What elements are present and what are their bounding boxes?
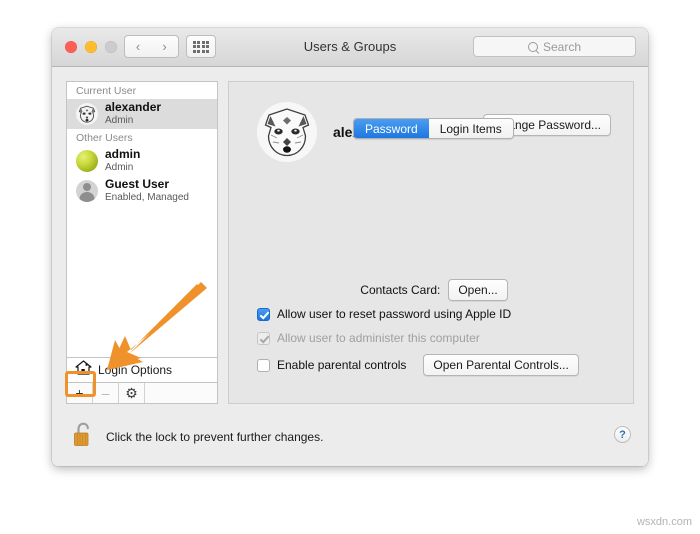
tab-password[interactable]: Password bbox=[354, 119, 429, 138]
user-name: Guest User bbox=[105, 176, 170, 191]
user-info: admin Admin bbox=[105, 146, 141, 173]
add-user-button[interactable]: + bbox=[67, 383, 93, 403]
home-icon bbox=[75, 360, 92, 380]
user-status: Admin bbox=[105, 114, 134, 126]
lock-button[interactable] bbox=[70, 420, 96, 450]
search-placeholder: Search bbox=[542, 39, 582, 54]
user-row-guest[interactable]: Guest User Enabled, Managed bbox=[67, 176, 217, 206]
panel-tabs: Password Login Items bbox=[353, 118, 514, 139]
login-options-label: Login Options bbox=[98, 363, 173, 377]
user-status: Enabled, Managed bbox=[105, 191, 189, 203]
user-row-admin[interactable]: admin Admin bbox=[67, 146, 217, 176]
checkbox-label-parental-controls: Enable parental controls bbox=[277, 358, 407, 372]
group-header-other-users: Other Users bbox=[67, 129, 217, 146]
window-titlebar: ‹ › Users & Groups Search bbox=[52, 28, 648, 67]
lock-status-text: Click the lock to prevent further change… bbox=[106, 430, 324, 444]
checkbox-row-administer: Allow user to administer this computer bbox=[257, 331, 480, 345]
checkbox-row-parental-controls[interactable]: Enable parental controls Open Parental C… bbox=[257, 354, 579, 376]
contacts-card-row: Contacts Card: Open... bbox=[257, 279, 611, 301]
remove-user-button[interactable]: – bbox=[93, 383, 119, 403]
tab-login-items[interactable]: Login Items bbox=[428, 119, 513, 138]
ball-avatar bbox=[76, 149, 98, 172]
account-fox-avatar[interactable] bbox=[257, 102, 317, 162]
checkbox-label-reset-password: Allow user to reset password using Apple… bbox=[277, 307, 512, 321]
login-options-row[interactable]: Login Options bbox=[66, 358, 218, 383]
user-info: alexander Admin bbox=[105, 99, 162, 126]
user-info: Guest User Enabled, Managed bbox=[105, 176, 189, 203]
gear-icon[interactable]: ⚙ bbox=[119, 383, 145, 403]
user-list: Current User alexander Admin Other Users… bbox=[66, 81, 218, 358]
guest-avatar bbox=[76, 179, 98, 202]
search-input[interactable]: Search bbox=[473, 36, 636, 57]
checkbox-parental-controls[interactable] bbox=[257, 358, 270, 372]
checkbox-administer bbox=[257, 331, 270, 345]
group-header-current-user: Current User bbox=[67, 82, 217, 99]
preferences-window: ‹ › Users & Groups Search Current User a… bbox=[52, 28, 648, 466]
user-status: Admin bbox=[105, 161, 134, 173]
watermark: wsxdn.com bbox=[636, 516, 692, 528]
checkbox-row-reset-password[interactable]: Allow user to reset password using Apple… bbox=[257, 307, 511, 321]
user-name: alexander bbox=[105, 99, 162, 114]
checkbox-reset-password[interactable] bbox=[257, 307, 270, 321]
user-list-toolbar: + – ⚙ bbox=[66, 383, 218, 404]
window-body: Current User alexander Admin Other Users… bbox=[52, 67, 648, 466]
checkbox-label-administer: Allow user to administer this computer bbox=[277, 331, 480, 345]
user-row-alexander[interactable]: alexander Admin bbox=[67, 99, 217, 129]
open-parental-controls-button[interactable]: Open Parental Controls... bbox=[423, 354, 579, 376]
help-button[interactable]: ? bbox=[614, 426, 631, 443]
window-bottom-bar: Click the lock to prevent further change… bbox=[52, 412, 648, 466]
open-contacts-card-button[interactable]: Open... bbox=[448, 279, 508, 301]
search-icon bbox=[527, 41, 538, 52]
fox-avatar bbox=[76, 102, 98, 125]
user-name: admin bbox=[105, 146, 141, 161]
contacts-card-label: Contacts Card: bbox=[360, 283, 441, 297]
